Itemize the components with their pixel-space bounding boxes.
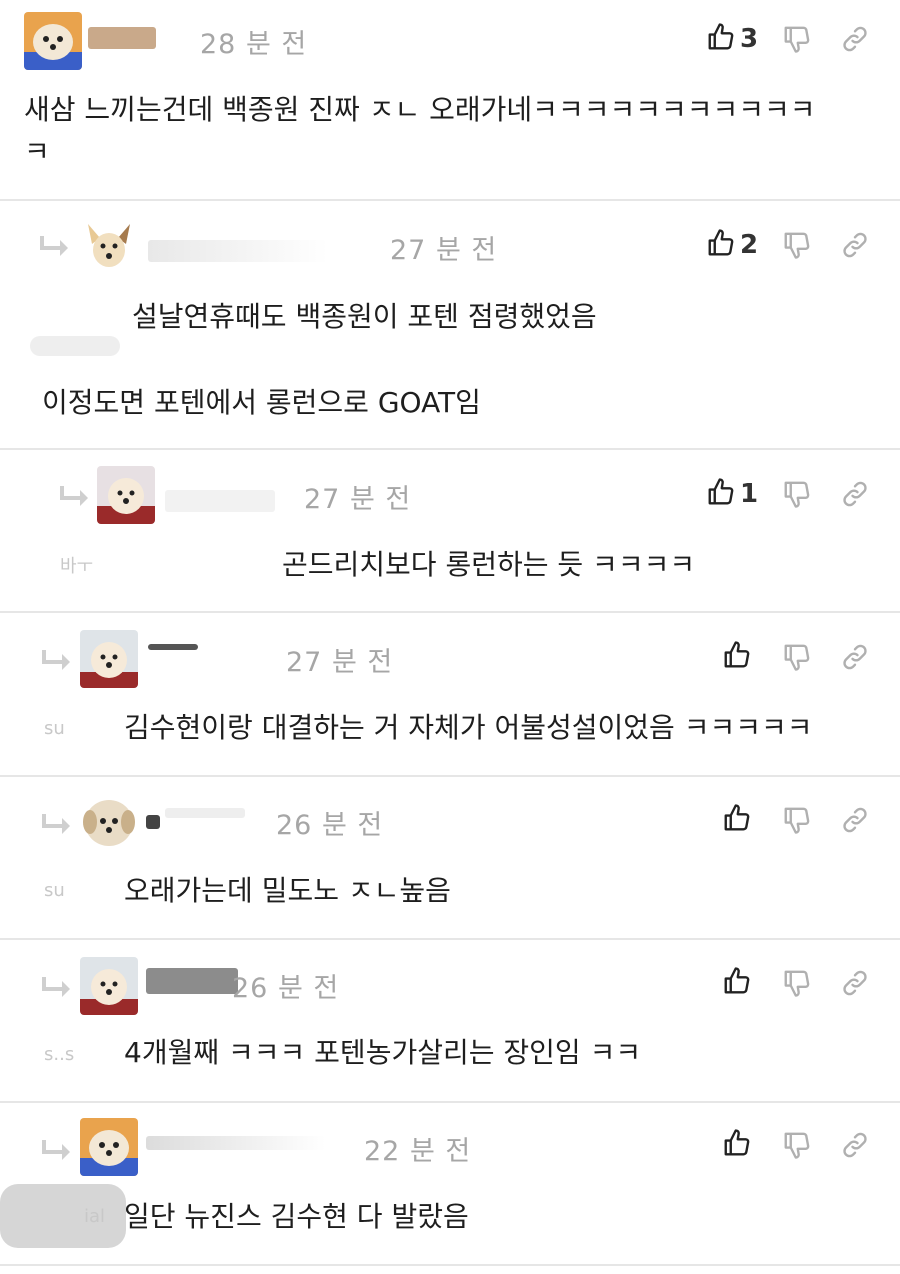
thumbs-up-icon[interactable] bbox=[722, 803, 752, 833]
divider bbox=[0, 199, 900, 201]
thumbs-up-icon[interactable] bbox=[706, 477, 736, 507]
timestamp: 28 분 전 bbox=[200, 29, 308, 60]
thumbs-up-icon[interactable] bbox=[706, 22, 736, 52]
thumbs-down-icon[interactable] bbox=[782, 805, 812, 835]
like-count: 1 bbox=[740, 479, 759, 509]
comment-text: 김수현이랑 대결하는 거 자체가 어불성설이었음 ㅋㅋㅋㅋㅋ bbox=[124, 711, 813, 744]
timestamp: 27 분 전 bbox=[304, 484, 412, 515]
redaction-smudge bbox=[0, 1184, 126, 1248]
avatar[interactable] bbox=[97, 466, 155, 524]
thumbs-down-icon[interactable] bbox=[782, 968, 812, 998]
username-blurred bbox=[148, 644, 198, 650]
thumbs-down-icon[interactable] bbox=[782, 230, 812, 260]
avatar[interactable] bbox=[24, 12, 82, 70]
link-icon[interactable] bbox=[840, 230, 870, 260]
timestamp: 27 분 전 bbox=[390, 235, 498, 266]
comment-item: 28 분 전 3 새삼 느끼는건데 백종원 진짜 ㅈㄴ 오래가네ㅋㅋㅋㅋㅋㅋㅋㅋ… bbox=[0, 0, 900, 198]
divider bbox=[0, 448, 900, 450]
username-blurred bbox=[165, 808, 245, 818]
divider bbox=[0, 1101, 900, 1103]
reply-arrow-icon bbox=[40, 1138, 74, 1168]
username-blurred bbox=[146, 815, 160, 829]
link-icon[interactable] bbox=[840, 968, 870, 998]
thumbs-down-icon[interactable] bbox=[782, 479, 812, 509]
reply-arrow-icon bbox=[40, 975, 74, 1005]
timestamp: 26 분 전 bbox=[276, 810, 384, 841]
comment-text: 일단 뉴진스 김수현 다 발랐음 bbox=[124, 1200, 469, 1233]
like-count: 2 bbox=[740, 230, 759, 260]
link-icon[interactable] bbox=[840, 642, 870, 672]
thumbs-down-icon[interactable] bbox=[782, 24, 812, 54]
thumbs-up-icon[interactable] bbox=[722, 1128, 752, 1158]
timestamp: 26 분 전 bbox=[232, 973, 340, 1004]
redacted-username-fragment: ial bbox=[84, 1206, 106, 1227]
comment-text: 새삼 느끼는건데 백종원 진짜 ㅈㄴ 오래가네ㅋㅋㅋㅋㅋㅋㅋㅋㅋㅋㅋ bbox=[24, 93, 816, 126]
avatar[interactable] bbox=[80, 630, 138, 688]
divider bbox=[0, 775, 900, 777]
link-icon[interactable] bbox=[840, 479, 870, 509]
username-blurred bbox=[165, 490, 275, 512]
link-icon[interactable] bbox=[840, 24, 870, 54]
thumbs-up-icon[interactable] bbox=[706, 228, 736, 258]
comment-text: 곤드리치보다 롱런하는 듯 ㅋㅋㅋㅋ bbox=[282, 548, 696, 581]
comment-text: ㅋ bbox=[24, 135, 50, 168]
redacted-username-fragment: su bbox=[44, 718, 65, 739]
comment-text: 설날연휴때도 백종원이 포텐 점령했었음 bbox=[132, 300, 597, 333]
comment-text: 이정도면 포텐에서 롱런으로 GOAT임 bbox=[42, 386, 481, 419]
comment-text: 오래가는데 밀도노 ㅈㄴ높음 bbox=[124, 874, 451, 907]
redacted-username-fragment: su bbox=[44, 880, 65, 901]
thumbs-up-icon[interactable] bbox=[722, 966, 752, 996]
like-count: 3 bbox=[740, 24, 759, 54]
thumbs-up-icon[interactable] bbox=[722, 640, 752, 670]
username-blurred bbox=[88, 27, 156, 49]
username-blurred bbox=[148, 240, 328, 262]
timestamp: 22 분 전 bbox=[364, 1136, 472, 1167]
comment-text: 4개월째 ㅋㅋㅋ 포텐농가살리는 장인임 ㅋㅋ bbox=[124, 1036, 642, 1069]
thumbs-down-icon[interactable] bbox=[782, 642, 812, 672]
timestamp: 27 분 전 bbox=[286, 647, 394, 678]
redaction-smudge bbox=[30, 336, 120, 356]
link-icon[interactable] bbox=[840, 1130, 870, 1160]
divider bbox=[0, 938, 900, 940]
link-icon[interactable] bbox=[840, 805, 870, 835]
reply-arrow-icon bbox=[40, 812, 74, 842]
divider bbox=[0, 1264, 900, 1266]
redacted-username-fragment: s..s bbox=[44, 1044, 75, 1065]
username-blurred bbox=[146, 968, 238, 994]
thumbs-down-icon[interactable] bbox=[782, 1130, 812, 1160]
reply-arrow-icon bbox=[38, 234, 72, 264]
reply-arrow-icon bbox=[58, 484, 92, 514]
avatar[interactable] bbox=[80, 957, 138, 1015]
avatar[interactable] bbox=[80, 794, 138, 852]
reply-arrow-icon bbox=[40, 648, 74, 678]
avatar[interactable] bbox=[80, 1118, 138, 1176]
username-blurred bbox=[146, 1136, 326, 1150]
redacted-username-fragment: 바ㅜ bbox=[60, 556, 94, 577]
divider bbox=[0, 611, 900, 613]
avatar[interactable] bbox=[80, 216, 138, 274]
